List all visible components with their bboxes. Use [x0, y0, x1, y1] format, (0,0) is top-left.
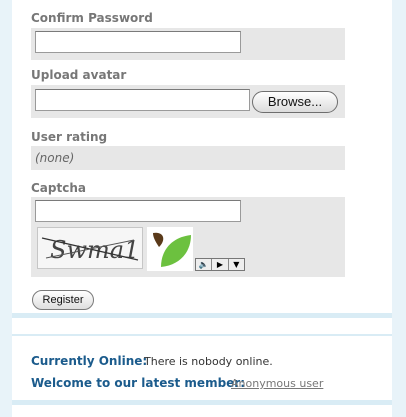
online-panel-bottom-border	[12, 400, 392, 405]
confirm-password-label: Confirm Password	[31, 11, 153, 25]
logo-leaf-brown-icon	[153, 232, 164, 247]
latest-member-link[interactable]: Anonymous user	[231, 377, 323, 390]
browse-button[interactable]: Browse...	[252, 91, 338, 113]
left-background-stripe	[0, 0, 12, 417]
captcha-distortion: Swma1	[41, 236, 139, 264]
user-rating-label: User rating	[31, 130, 108, 144]
user-rating-value: (none)	[35, 151, 75, 165]
online-panel	[12, 336, 392, 406]
captcha-label: Captcha	[31, 181, 86, 195]
captcha-image: Swma1	[37, 227, 143, 269]
logo-leaf-green-icon	[161, 235, 191, 267]
upload-avatar-label: Upload avatar	[31, 68, 127, 82]
currently-online-text: There is nobody online.	[144, 355, 273, 368]
speaker-icon[interactable]: 🔈	[196, 259, 213, 270]
captcha-input[interactable]	[35, 200, 241, 222]
latest-member-label: Welcome to our latest member:	[31, 376, 246, 390]
user-rating-row	[31, 146, 345, 170]
dropdown-arrow-icon[interactable]: ▼	[229, 259, 244, 270]
currently-online-label: Currently Online:	[31, 354, 148, 368]
confirm-password-input[interactable]	[35, 31, 241, 53]
right-background-stripe	[392, 0, 406, 417]
form-panel-bottom-border	[12, 313, 392, 318]
register-button[interactable]: Register	[32, 290, 94, 310]
play-icon[interactable]: ▶	[212, 259, 229, 270]
captcha-audio-control[interactable]: 🔈 ▶ ▼	[195, 258, 245, 271]
captcha-logo	[147, 227, 193, 271]
upload-avatar-file-field[interactable]	[35, 89, 250, 111]
